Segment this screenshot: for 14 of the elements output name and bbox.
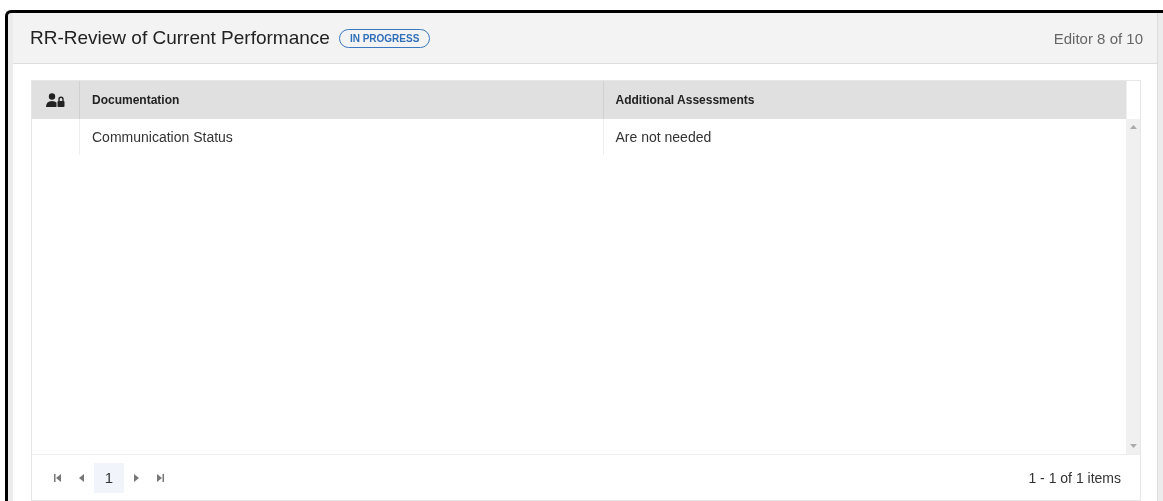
column-header[interactable]: Documentation: [79, 81, 603, 119]
last-page-icon[interactable]: [156, 473, 164, 482]
user-lock-icon: [46, 92, 65, 108]
table-cell: Communication Status: [79, 119, 603, 155]
item-count: 1 - 1 of 1 items: [1028, 469, 1121, 486]
first-page-icon[interactable]: [54, 473, 62, 482]
editor-position: Editor 8 of 10: [1053, 29, 1143, 47]
page-button[interactable]: 1: [94, 462, 124, 493]
scroll-up-icon: [1129, 125, 1137, 129]
next-page-icon[interactable]: [132, 473, 140, 482]
previous-page-icon[interactable]: [78, 473, 86, 482]
scrollbar[interactable]: [1126, 119, 1140, 454]
editor-title: RR-Review of Current Performance: [30, 27, 330, 49]
scroll-down-icon: [1129, 444, 1137, 448]
